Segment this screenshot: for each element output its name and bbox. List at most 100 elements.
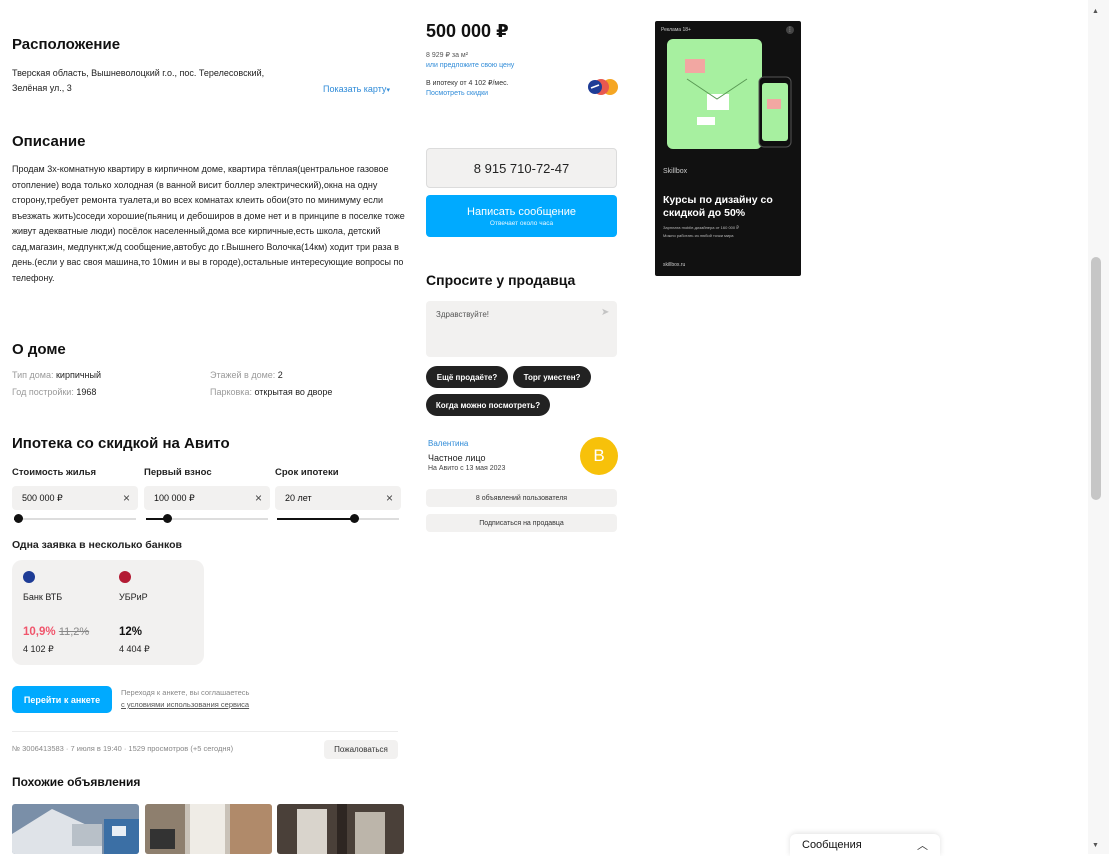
chevron-up-icon[interactable]: ︿	[917, 837, 928, 853]
divider	[12, 731, 398, 732]
cost-label: Стоимость жилья	[12, 467, 97, 478]
house-year-value: 1968	[76, 387, 97, 397]
description-title: Описание	[12, 133, 86, 150]
mortgage-from: В ипотеку от 4 102 ₽/мес.	[426, 80, 509, 87]
slider-handle[interactable]	[350, 514, 359, 523]
messages-bar[interactable]: Сообщения ︿	[790, 834, 940, 856]
slider-handle[interactable]	[163, 514, 172, 523]
phone-button[interactable]: 8 915 710-72-47	[426, 148, 617, 188]
offer-price-link[interactable]: или предложите свою цену	[426, 62, 514, 69]
bank-rate-value: 10,9%	[23, 626, 56, 638]
avatar[interactable]: В	[580, 437, 618, 475]
term-input[interactable]: 20 лет ×	[275, 486, 401, 510]
similar-listing-photo[interactable]	[277, 804, 404, 854]
house-floors: Этажей в доме: 2	[210, 370, 283, 380]
seller-since: На Авито с 13 мая 2023	[428, 465, 506, 472]
scroll-up-icon[interactable]: ▲	[1092, 8, 1099, 15]
show-map-link[interactable]: Показать карту▾	[323, 82, 390, 98]
quick-question-chip[interactable]: Ещё продаёте?	[426, 366, 508, 388]
similar-listing-photo[interactable]	[12, 804, 139, 854]
ad-bullet: Зарплата mobile-дизайнера от 160 000 ₽	[663, 225, 739, 230]
terms-text: Переходя к анкете, вы соглашаетесь	[121, 688, 250, 697]
description-text: Продам 3х-комнатную квартиру в кирпичном…	[12, 164, 405, 283]
more-icon[interactable]: ⋮	[786, 26, 794, 34]
bank-payment: 4 404 ₽	[119, 644, 150, 654]
seller-ads-button[interactable]: 8 объявлений пользователя	[426, 489, 617, 507]
term-label: Срок ипотеки	[275, 467, 339, 478]
address-line-2: Зелёная ул., 3	[12, 83, 72, 93]
house-floors-label: Этажей в доме:	[210, 370, 276, 380]
scroll-down-icon[interactable]: ▼	[1092, 842, 1099, 849]
write-message-label: Написать сообщение	[467, 205, 576, 218]
ad-headline: Курсы по дизайну со скидкой до 50%	[663, 194, 773, 219]
chevron-down-icon: ▾	[386, 87, 390, 94]
bank-payment: 4 102 ₽	[23, 644, 54, 654]
similar-listing-photo[interactable]	[145, 804, 272, 854]
seller-type: Частное лицо	[428, 453, 486, 463]
bank-offers-card[interactable]: Банк ВТБ 10,9% 11,2% 4 102 ₽ УБРиР 12% 4…	[12, 560, 204, 665]
bank-name: Банк ВТБ	[23, 592, 63, 602]
mortgage-title: Ипотека со скидкой на Авито	[12, 435, 230, 452]
bank-old-rate: 11,2%	[58, 626, 90, 638]
offer-price-label: или предложите свою цену	[426, 62, 515, 69]
cost-slider[interactable]	[14, 514, 136, 524]
bank-logos-icon	[588, 78, 620, 96]
ad-illustration	[667, 39, 792, 149]
ad-badge: Реклама 18+	[661, 27, 691, 33]
terms-link[interactable]: с условиями использования сервиса	[121, 700, 249, 709]
address-line-1: Тверская область, Вышневолоцкий г.о., по…	[12, 68, 265, 78]
house-type-value: кирпичный	[55, 370, 102, 380]
ask-seller-input[interactable]: Здравствуйте! ➤	[426, 301, 617, 357]
down-payment-label: Первый взнос	[144, 467, 212, 478]
apply-form-button[interactable]: Перейти к анкете	[12, 686, 112, 713]
price-per-m2: 8 929 ₽ за м²	[426, 52, 469, 59]
cost-input[interactable]: 500 000 ₽ ×	[12, 486, 138, 510]
report-button[interactable]: Пожаловаться	[324, 740, 398, 759]
skillbox-ad-banner[interactable]: Реклама 18+ ⋮ Skillbox Курсы по дизайну …	[655, 21, 801, 276]
ask-seller-text: Здравствуйте!	[436, 310, 490, 319]
discounts-label: Посмотреть скидки	[426, 90, 489, 97]
seller-name[interactable]: Валентина	[428, 439, 468, 448]
term-value: 20 лет	[285, 493, 312, 503]
ad-brand: Skillbox	[663, 168, 688, 175]
discounts-link[interactable]: Посмотреть скидки	[426, 90, 488, 97]
ad-site: skillbox.ru	[663, 262, 686, 268]
ubrir-logo-icon	[119, 571, 131, 583]
house-parking: Парковка: открытая во дворе	[210, 387, 332, 397]
house-parking-label: Парковка:	[210, 387, 252, 397]
house-year-label: Год постройки:	[12, 387, 74, 397]
send-icon[interactable]: ➤	[601, 307, 609, 318]
bank-rate: 10,9% 11,2%	[23, 626, 89, 638]
bank-name: УБРиР	[119, 592, 148, 602]
write-message-button[interactable]: Написать сообщение Отвечает около часа	[426, 195, 617, 237]
listing-meta: № 3006413583 · 7 июля в 19:40 · 1529 про…	[12, 744, 234, 753]
ask-seller-title: Спросите у продавца	[426, 272, 576, 288]
house-parking-value: открытая во дворе	[254, 387, 333, 397]
clear-icon[interactable]: ×	[255, 491, 262, 505]
clear-icon[interactable]: ×	[386, 491, 393, 505]
house-floors-value: 2	[277, 370, 283, 380]
ad-bullet: Можно работать из любой точки мира	[663, 233, 734, 238]
bank-rate-value: 12%	[119, 626, 143, 638]
response-time: Отвечает около часа	[489, 219, 554, 227]
cost-value: 500 000 ₽	[22, 492, 63, 503]
quick-question-chip[interactable]: Торг уместен?	[513, 366, 591, 388]
messages-label: Сообщения	[802, 839, 862, 851]
slider-handle[interactable]	[14, 514, 23, 523]
scrollbar-thumb[interactable]	[1091, 257, 1101, 500]
down-payment-value: 100 000 ₽	[154, 492, 195, 503]
vtb-logo-icon	[23, 571, 35, 583]
price: 500 000 ₽	[426, 21, 509, 41]
banks-title: Одна заявка в несколько банков	[12, 539, 182, 551]
location-title: Расположение	[12, 36, 121, 53]
down-payment-input[interactable]: 100 000 ₽ ×	[144, 486, 270, 510]
quick-question-chip[interactable]: Когда можно посмотреть?	[426, 394, 550, 416]
show-map-label: Показать карту	[323, 84, 387, 94]
house-title: О доме	[12, 341, 66, 358]
down-payment-slider[interactable]	[146, 514, 268, 524]
term-slider[interactable]	[277, 514, 399, 524]
subscribe-seller-button[interactable]: Подписаться на продавца	[426, 514, 617, 532]
house-type-label: Тип дома:	[12, 370, 54, 380]
clear-icon[interactable]: ×	[123, 491, 130, 505]
house-type: Тип дома: кирпичный	[12, 370, 101, 380]
